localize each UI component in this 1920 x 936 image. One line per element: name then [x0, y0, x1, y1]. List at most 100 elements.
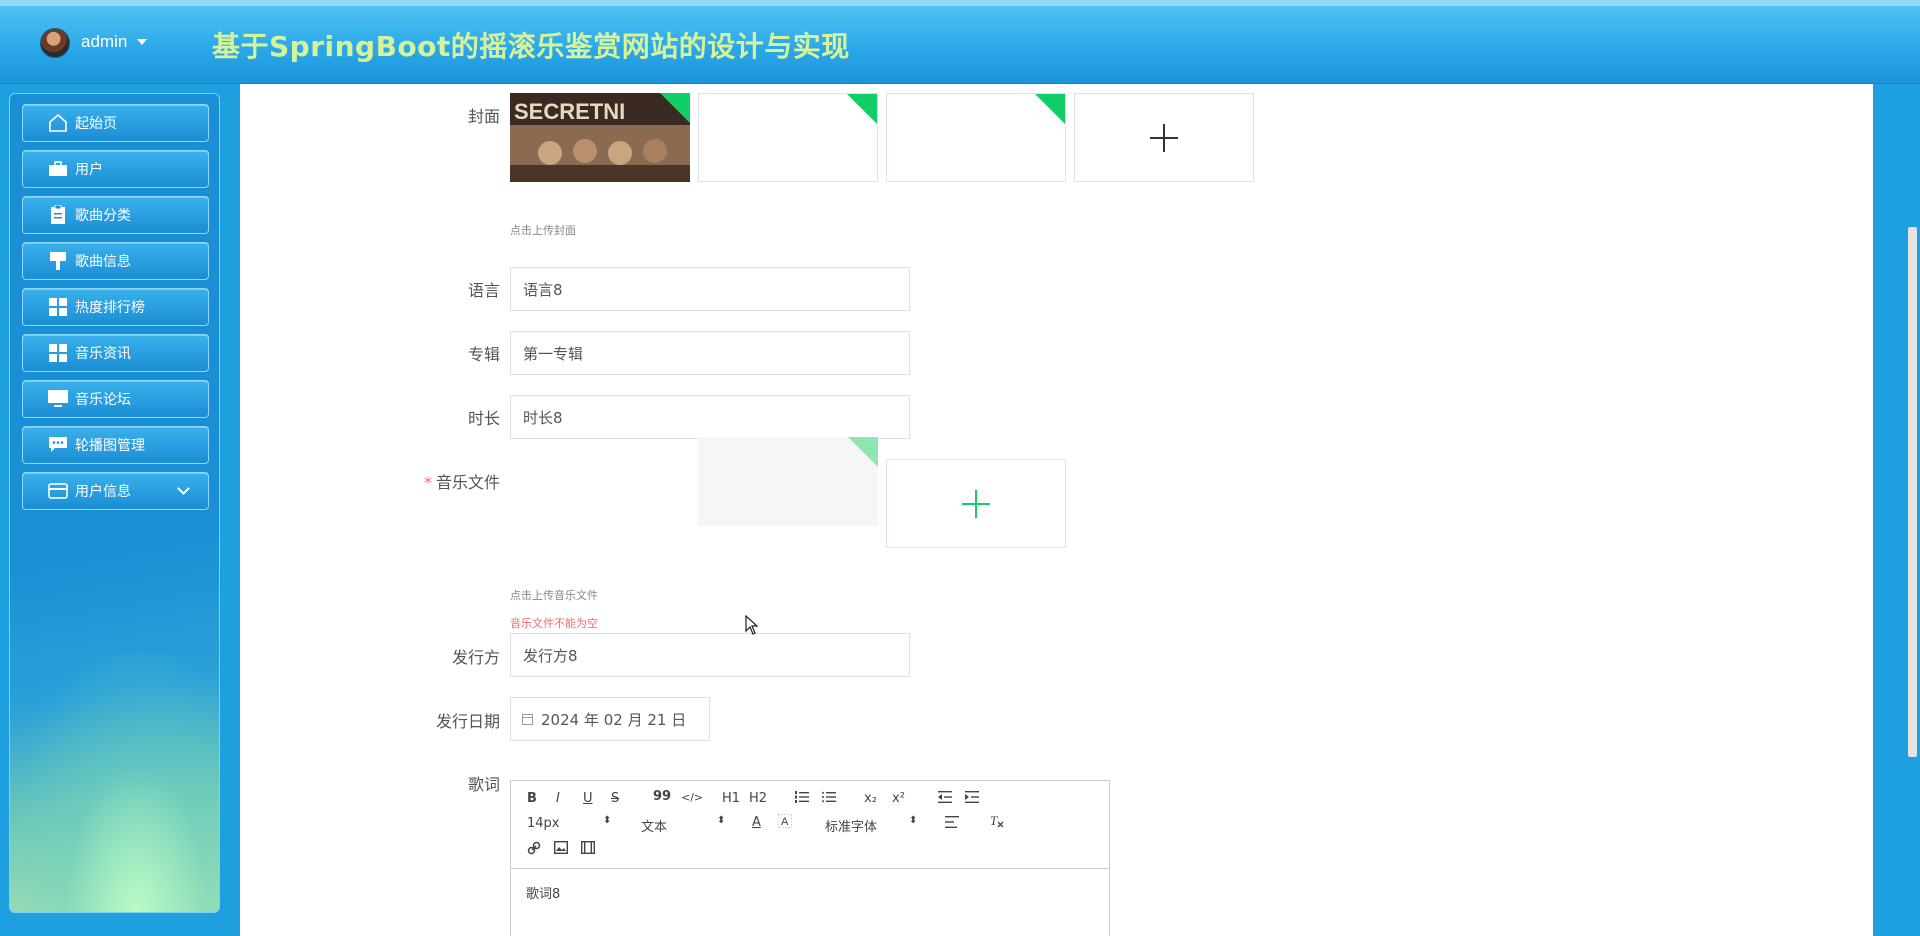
release-date-label: 发行日期	[435, 712, 500, 731]
sidebar-item-users[interactable]: 用户	[22, 150, 209, 188]
font-family-updown-icon: ⬍	[909, 815, 918, 826]
user-dropdown-caret-icon[interactable]	[137, 39, 147, 45]
font-family-value: 标准字体	[825, 820, 878, 835]
indent-icon[interactable]	[965, 791, 979, 807]
selected-corner-icon	[847, 94, 877, 124]
sidebar-item-music-forum[interactable]: 音乐论坛	[22, 380, 209, 418]
sidebar: 起始页 用户 歌曲分类 歌曲信息 热度排行榜 音乐资讯 音乐论坛 轮播图管理 用…	[9, 93, 220, 913]
cover-label: 封面	[467, 107, 500, 126]
sidebar-item-carousel[interactable]: 轮播图管理	[22, 426, 209, 464]
clear-format-icon[interactable]: T	[989, 813, 1005, 832]
brush-icon	[47, 250, 69, 272]
music-file-upload-button[interactable]	[886, 459, 1066, 548]
sidebar-item-label: 热度排行榜	[75, 300, 145, 316]
sidebar-item-home[interactable]: 起始页	[22, 104, 209, 142]
lyrics-editor: B I U S 99 </> H1 H2 x₂ x² 14px ⬍ 文本 ⬍ A	[510, 780, 1110, 936]
cover-thumbnail-1[interactable]: SECRETNI	[510, 93, 690, 182]
image-icon[interactable]	[553, 840, 569, 858]
grid-icon	[47, 342, 69, 364]
user-name[interactable]: admin	[81, 32, 127, 52]
top-header: admin 基于SpringBoot的摇滚乐鉴赏网站的设计与实现	[0, 0, 1920, 84]
sidebar-item-label: 音乐论坛	[75, 392, 131, 408]
plus-icon	[1150, 123, 1178, 152]
code-button[interactable]: </>	[681, 791, 703, 804]
bullet-list-icon[interactable]	[822, 791, 836, 807]
font-size-updown-icon: ⬍	[603, 815, 612, 826]
bold-button[interactable]: B	[527, 791, 537, 806]
music-file-hint: 点击上传音乐文件	[510, 589, 598, 602]
sidebar-item-song-info[interactable]: 歌曲信息	[22, 242, 209, 280]
sidebar-item-label: 用户信息	[75, 484, 131, 500]
plus-icon	[962, 489, 990, 518]
sidebar-glow	[10, 652, 219, 912]
language-label: 语言	[467, 281, 500, 300]
user-avatar[interactable]	[40, 28, 70, 58]
monitor-icon	[47, 388, 69, 410]
video-icon[interactable]	[580, 840, 596, 858]
required-mark: *	[423, 473, 432, 492]
sidebar-item-ranking[interactable]: 热度排行榜	[22, 288, 209, 326]
cover-upload-button[interactable]	[1074, 93, 1254, 182]
h1-button[interactable]: H1	[722, 791, 740, 806]
underline-button[interactable]: U	[583, 791, 593, 806]
font-size-select[interactable]: 14px	[527, 816, 560, 831]
sidebar-item-label: 轮播图管理	[75, 438, 145, 454]
briefcase-icon	[47, 158, 69, 180]
scrollbar-thumb[interactable]	[1908, 227, 1917, 757]
album-label: 专辑	[467, 345, 500, 364]
cover-thumbnail-3[interactable]	[886, 93, 1066, 182]
background-color-icon[interactable]: A	[777, 813, 793, 832]
header-shine	[0, 0, 1920, 6]
outdent-icon[interactable]	[938, 791, 952, 807]
sidebar-item-user-info[interactable]: 用户信息	[22, 472, 209, 510]
sidebar-item-label: 音乐资讯	[75, 346, 131, 362]
superscript-button[interactable]: x²	[892, 791, 905, 806]
publisher-input[interactable]: 发行方8	[510, 633, 910, 677]
editor-toolbar: B I U S 99 </> H1 H2 x₂ x² 14px ⬍ 文本 ⬍ A	[511, 781, 1109, 869]
strike-button[interactable]: S	[611, 791, 619, 806]
lyrics-label: 歌词	[467, 775, 500, 794]
svg-text:T: T	[990, 814, 998, 828]
font-size-value: 14px	[527, 816, 560, 831]
lyrics-content[interactable]: 歌词8	[526, 883, 560, 902]
subscript-button[interactable]: x₂	[864, 791, 877, 806]
font-color-button[interactable]: A	[752, 815, 761, 830]
cover-hint: 点击上传封面	[510, 224, 576, 237]
duration-input[interactable]: 时长8	[510, 395, 910, 439]
grid-icon	[47, 296, 69, 318]
album-input[interactable]: 第一专辑	[510, 331, 910, 375]
selected-corner-icon	[1035, 94, 1065, 124]
chat-icon	[47, 434, 69, 456]
language-input[interactable]: 语言8	[510, 267, 910, 311]
music-file-error: 音乐文件不能为空	[510, 617, 598, 630]
clipboard-icon	[47, 204, 69, 226]
card-icon	[47, 480, 69, 502]
sidebar-item-music-news[interactable]: 音乐资讯	[22, 334, 209, 372]
svg-text:SECRETNI: SECRETNI	[514, 99, 625, 124]
text-type-select[interactable]: 文本	[641, 816, 667, 835]
release-date-input[interactable]: 2024 年 02 月 21 日	[510, 697, 710, 741]
sidebar-item-song-category[interactable]: 歌曲分类	[22, 196, 209, 234]
duration-label: 时长	[467, 409, 500, 428]
font-family-select[interactable]: 标准字体	[825, 816, 877, 835]
blockquote-button[interactable]: 99	[653, 789, 671, 804]
sidebar-item-label: 歌曲分类	[75, 208, 131, 224]
calendar-icon	[522, 713, 533, 725]
release-date-value: 2024 年 02 月 21 日	[541, 710, 687, 729]
chevron-down-icon	[177, 482, 190, 495]
publisher-label: 发行方	[451, 648, 500, 667]
music-file-thumbnail[interactable]	[698, 437, 878, 526]
sidebar-item-label: 起始页	[75, 116, 117, 132]
page-scrollbar[interactable]	[1904, 84, 1920, 936]
cover-thumbnail-2[interactable]	[698, 93, 878, 182]
text-type-updown-icon: ⬍	[717, 815, 726, 826]
selected-corner-icon	[848, 437, 878, 467]
align-icon[interactable]	[945, 816, 959, 832]
link-icon[interactable]	[527, 841, 541, 859]
music-file-label: * 音乐文件	[380, 469, 500, 493]
h2-button[interactable]: H2	[749, 791, 767, 806]
sidebar-item-label: 用户	[75, 162, 103, 178]
ordered-list-icon[interactable]	[795, 791, 809, 807]
home-icon	[47, 112, 69, 134]
italic-button[interactable]: I	[556, 791, 560, 806]
